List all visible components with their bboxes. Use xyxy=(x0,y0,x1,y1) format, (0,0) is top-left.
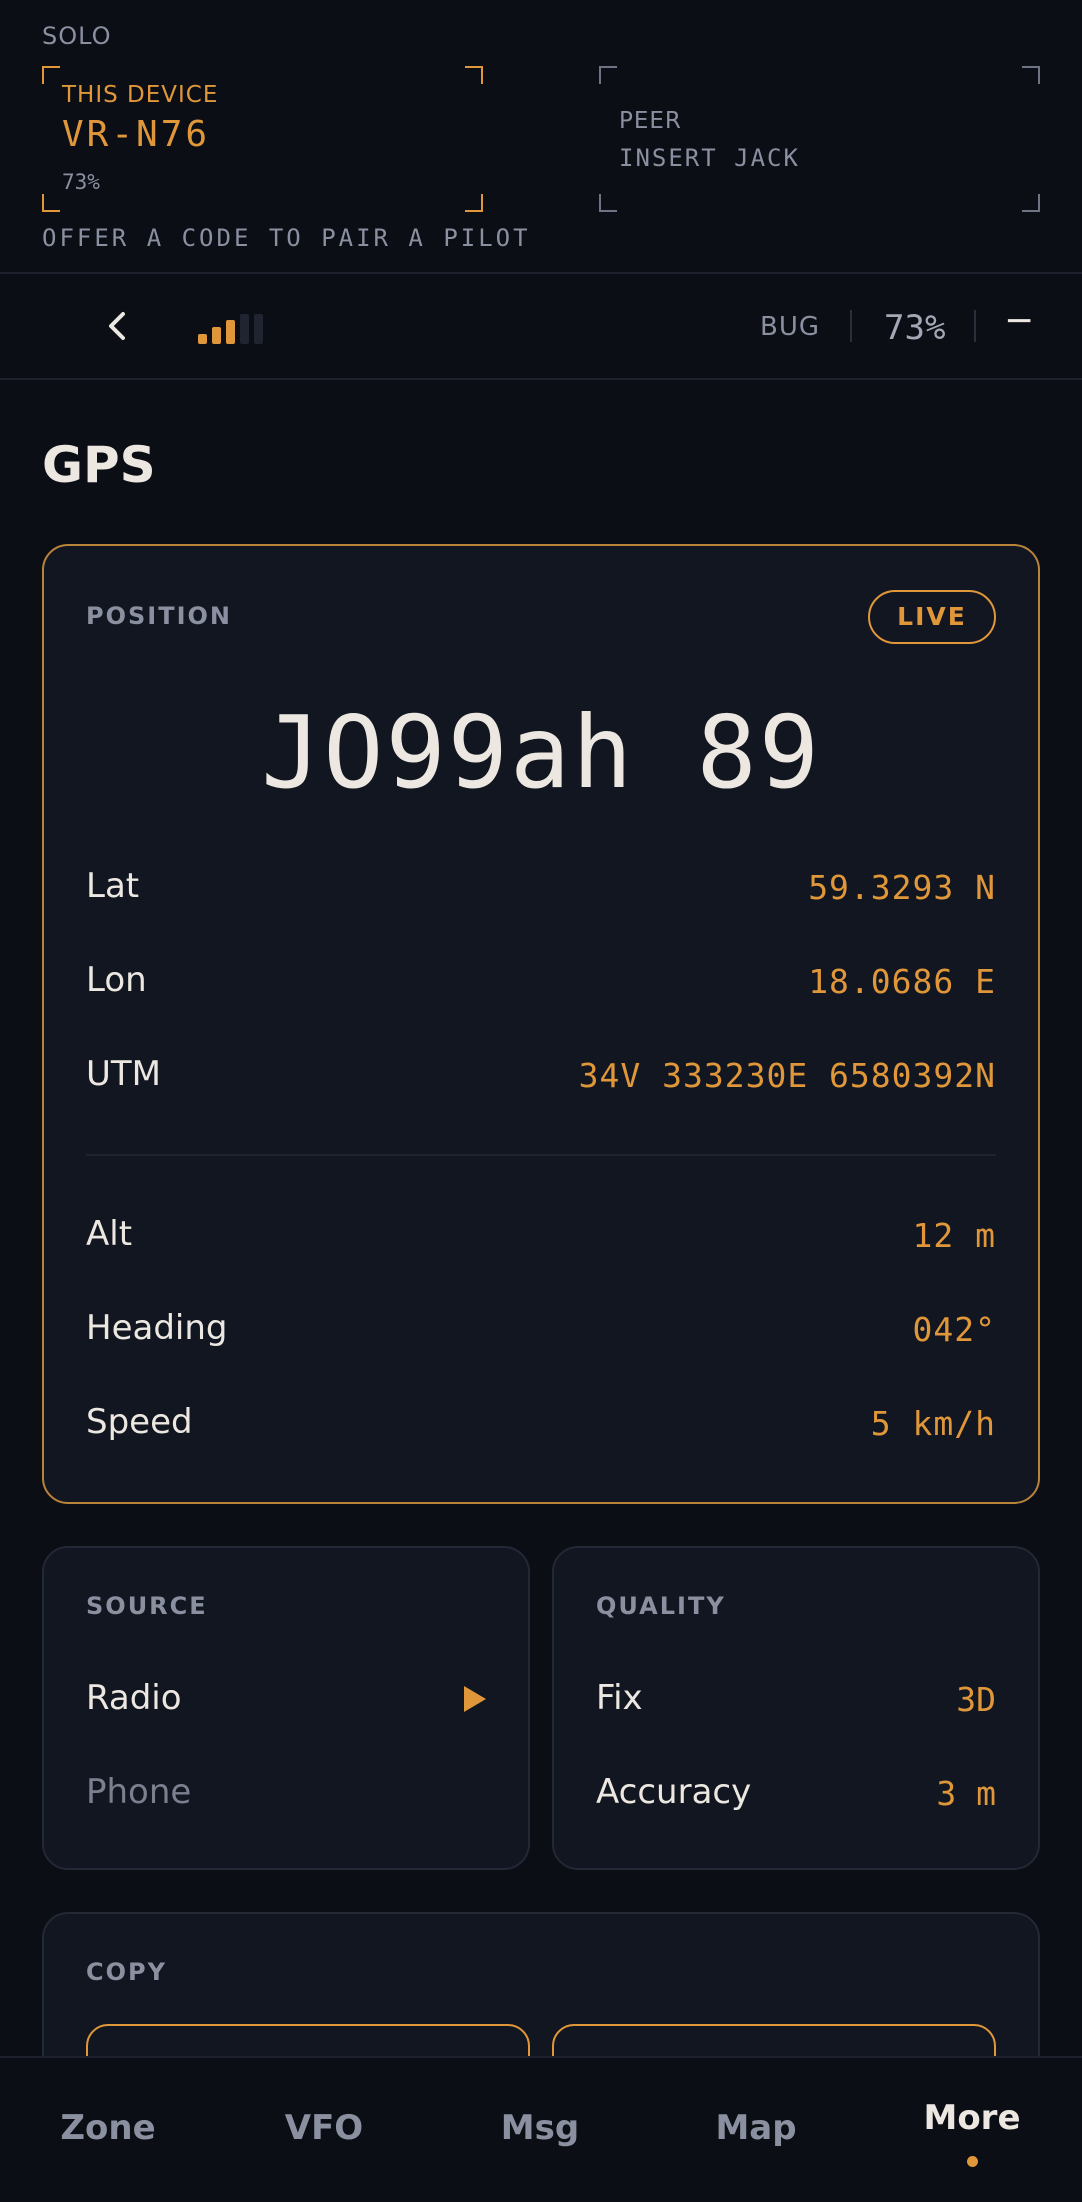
maidenhead-locator: JO99ah 89 xyxy=(261,694,821,811)
status-battery: 73% xyxy=(884,308,946,348)
page-title: GPS xyxy=(42,436,156,494)
peer-panel[interactable]: PEER INSERT JACK xyxy=(599,66,1040,212)
row-value: 3D xyxy=(956,1680,996,1719)
row-key: Heading xyxy=(86,1308,228,1348)
row-value: 34V 333230E 6580392N xyxy=(578,1056,996,1095)
minimize-button[interactable]: − xyxy=(1004,300,1034,341)
signal-strength-icon xyxy=(198,314,268,344)
row-key: UTM xyxy=(86,1054,161,1094)
nav-map[interactable]: Map xyxy=(648,2058,864,2202)
utm-row: UTM 34V 333230E 6580392N xyxy=(86,1054,996,1104)
this-device-title: THIS DEVICE xyxy=(62,82,219,108)
nav-label: VFO xyxy=(284,2108,364,2148)
source-option-radio[interactable]: Radio xyxy=(86,1678,486,1728)
alt-row: Alt 12 m xyxy=(86,1214,996,1264)
source-label: SOURCE xyxy=(86,1592,208,1620)
bottom-nav: Zone VFO Msg Map More xyxy=(0,2056,1082,2202)
quality-label: QUALITY xyxy=(596,1592,726,1620)
section-divider xyxy=(86,1154,996,1156)
position-label: POSITION xyxy=(86,602,232,630)
row-key: Lon xyxy=(86,960,147,1000)
lat-row: Lat 59.3293 N xyxy=(86,866,996,916)
device-name: VR-N76 xyxy=(62,114,211,155)
chevron-left-icon[interactable] xyxy=(98,304,138,348)
row-key: Alt xyxy=(86,1214,133,1254)
row-value: 18.0686 E xyxy=(808,962,996,1001)
selected-arrow-icon xyxy=(464,1686,486,1712)
nav-more[interactable]: More xyxy=(864,2058,1080,2202)
row-key: Fix xyxy=(596,1678,643,1718)
row-value: 5 km/h xyxy=(870,1404,996,1443)
row-value: 12 m xyxy=(912,1216,996,1255)
row-value: 59.3293 N xyxy=(808,868,996,907)
row-key: Accuracy xyxy=(596,1772,752,1812)
peer-subtitle: INSERT JACK xyxy=(619,144,800,172)
heading-row: Heading 042° xyxy=(86,1308,996,1358)
status-divider xyxy=(850,310,852,342)
row-value: 042° xyxy=(912,1310,996,1349)
nav-label: Zone xyxy=(60,2108,156,2148)
position-card: POSITION LIVE JO99ah 89 Lat 59.3293 N Lo… xyxy=(42,544,1040,1504)
nav-label: Map xyxy=(715,2108,797,2148)
accuracy-row: Accuracy 3 m xyxy=(596,1772,996,1822)
row-key: Speed xyxy=(86,1402,193,1442)
active-indicator-dot xyxy=(967,2156,978,2167)
this-device-panel[interactable]: THIS DEVICE VR-N76 73% xyxy=(42,66,483,212)
fix-row: Fix 3D xyxy=(596,1678,996,1728)
speed-row: Speed 5 km/h xyxy=(86,1402,996,1452)
live-badge: LIVE xyxy=(868,590,996,644)
copy-label: COPY xyxy=(86,1958,167,1986)
source-card: SOURCE Radio Phone xyxy=(42,1546,530,1870)
option-label: Radio xyxy=(86,1678,182,1718)
quality-card: QUALITY Fix 3D Accuracy 3 m xyxy=(552,1546,1040,1870)
nav-label: More xyxy=(923,2098,1021,2138)
nav-zone[interactable]: Zone xyxy=(0,2058,216,2202)
lon-row: Lon 18.0686 E xyxy=(86,960,996,1010)
status-divider xyxy=(974,310,976,342)
option-label: Phone xyxy=(86,1772,192,1812)
row-key: Lat xyxy=(86,866,140,906)
pair-hint: OFFER A CODE TO PAIR A PILOT xyxy=(42,224,531,252)
bug-button[interactable]: BUG xyxy=(760,312,820,342)
nav-label: Msg xyxy=(500,2108,580,2148)
peer-title: PEER xyxy=(619,108,682,134)
row-value: 3 m xyxy=(936,1774,996,1813)
source-option-phone[interactable]: Phone xyxy=(86,1772,486,1822)
nav-vfo[interactable]: VFO xyxy=(216,2058,432,2202)
device-battery: 73% xyxy=(62,170,100,194)
mode-label: SOLO xyxy=(42,22,112,50)
nav-msg[interactable]: Msg xyxy=(432,2058,648,2202)
status-bar: BUG 73% − xyxy=(0,272,1082,380)
